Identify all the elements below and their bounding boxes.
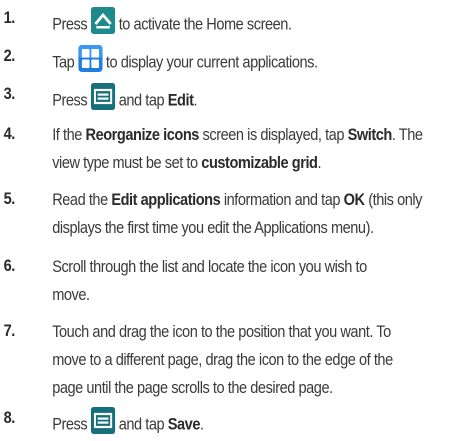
step-number: 2. <box>3 47 16 65</box>
step-line: If the Reorganize icons screen is displa… <box>52 125 423 145</box>
menu-key-icon <box>90 83 116 115</box>
step-line: move to a different page, drag the icon … <box>52 351 393 369</box>
home-key-icon <box>90 7 116 39</box>
step-text: Read the <box>52 191 108 209</box>
step-number: 1. <box>3 9 16 27</box>
step-text: . <box>317 154 322 172</box>
step-text: Press <box>52 15 88 34</box>
step-bold-term: Edit applications <box>111 191 221 209</box>
step-number: 3. <box>3 85 16 103</box>
step-text: to activate the Home screen. <box>118 15 292 34</box>
step-text: Press <box>52 91 88 110</box>
step-line: page until the page scrolls to the desir… <box>52 379 333 397</box>
step-line: move. <box>52 286 90 304</box>
step-line: Scroll through the list and locate the i… <box>52 258 367 276</box>
step-number: 4. <box>3 125 16 143</box>
step-text: Tap <box>52 53 75 72</box>
step-text: and tap <box>118 415 165 434</box>
step-text: . <box>193 91 198 110</box>
step-text: Press <box>52 415 88 434</box>
step-text: information and tap <box>223 191 341 209</box>
step-text: view type must be set to <box>52 154 198 172</box>
step-number: 7. <box>3 322 16 340</box>
step-bold-term: customizable grid <box>201 154 318 172</box>
menu-key-icon <box>90 407 116 439</box>
step-line: Touch and drag the icon to the position … <box>52 323 391 341</box>
step-number: 5. <box>3 190 16 208</box>
step-number: 8. <box>3 409 16 427</box>
step-line: Read the Edit applications information a… <box>52 190 422 210</box>
step-text: and tap <box>118 91 165 110</box>
step-text: to display your current applications. <box>105 53 318 72</box>
step-text: (this only <box>368 191 423 209</box>
step-text: If the <box>52 126 82 144</box>
step-bold-term: Edit <box>167 91 194 110</box>
step-bold-term: Reorganize icons <box>85 126 200 144</box>
step-line: displays the first time you edit the App… <box>52 219 374 237</box>
step-line: view type must be set to customizable gr… <box>52 153 321 173</box>
applications-icon <box>77 45 103 77</box>
step-text: . The <box>391 126 423 144</box>
step-text: . <box>199 415 204 434</box>
step-text: screen is displayed, tap <box>202 126 345 144</box>
step-bold-term: Switch <box>347 126 393 144</box>
step-number: 6. <box>3 257 16 275</box>
step-bold-term: Save <box>167 415 201 434</box>
step-bold-term: OK <box>343 191 365 209</box>
